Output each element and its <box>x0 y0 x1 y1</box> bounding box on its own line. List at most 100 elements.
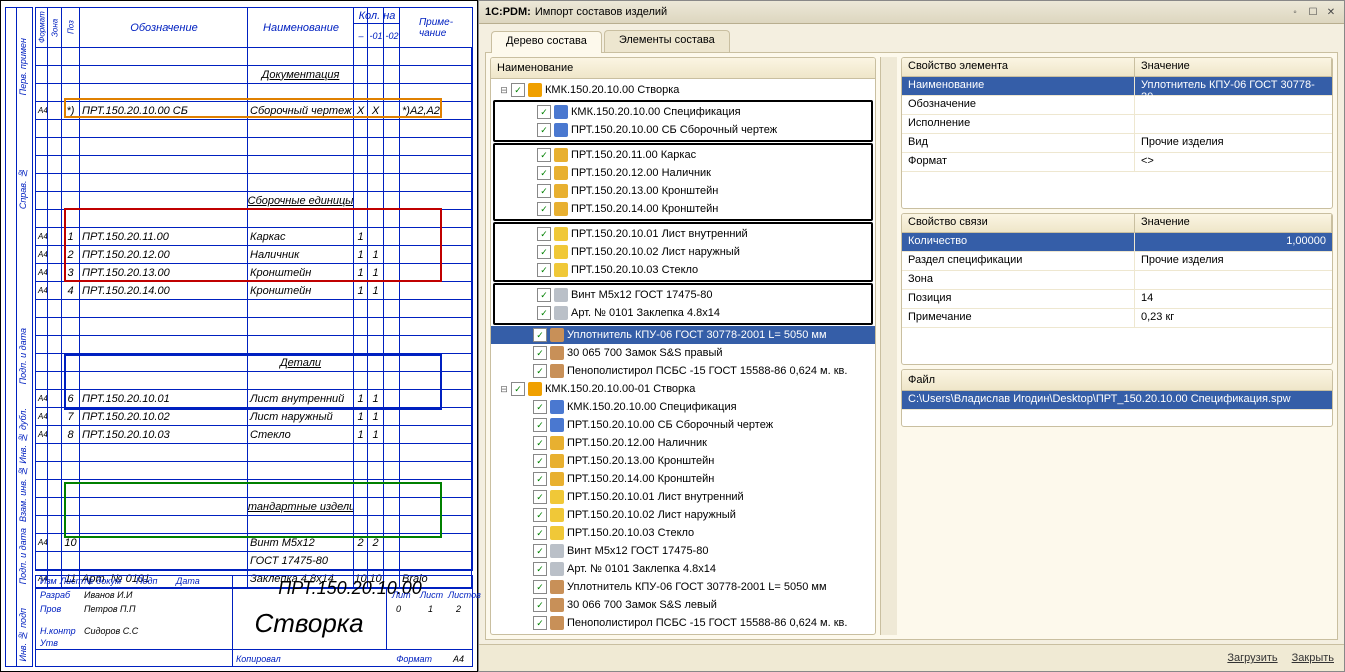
grid-row[interactable]: Обозначение <box>902 96 1332 115</box>
checkbox[interactable]: ✓ <box>511 382 525 396</box>
checkbox[interactable]: ✓ <box>537 263 551 277</box>
grid-row[interactable]: Исполнение <box>902 115 1332 134</box>
tree-node[interactable]: ✓ Винт М5х12 ГОСТ 17475-80 <box>495 286 871 304</box>
checkbox[interactable]: ✓ <box>537 123 551 137</box>
side-label: Взам. инв. № Инв. № дубл. <box>18 408 28 522</box>
tree-body[interactable]: ⊟✓КМК.150.20.10.00 Створка✓КМК.150.20.10… <box>491 79 875 634</box>
twisty-icon[interactable]: ⊟ <box>497 85 511 96</box>
grid-row[interactable]: ВидПрочие изделия <box>902 134 1332 153</box>
help-icon[interactable]: ◦ <box>1288 5 1302 19</box>
tree-node[interactable]: ✓ПРТ.150.20.14.00 Кронштейн <box>495 200 871 218</box>
tree-node[interactable]: ✓30 065 700 Замок S&S правый <box>491 344 875 362</box>
tree-node[interactable]: ✓Уплотнитель КПУ-06 ГОСТ 30778-2001 L= 5… <box>491 578 875 596</box>
grid-row[interactable]: Примечание0,23 кг <box>902 309 1332 328</box>
tree-node-label: Винт М5х12 ГОСТ 17475-80 <box>571 289 712 301</box>
side-label: Инв. № подп <box>18 608 28 661</box>
checkbox[interactable]: ✓ <box>537 227 551 241</box>
tree-node[interactable]: ✓ПРТ.150.20.10.03 Стекло <box>495 261 871 279</box>
tree-node-label: Пенополистирол ПСБС -15 ГОСТ 15588-86 0,… <box>567 365 847 377</box>
checkbox[interactable]: ✓ <box>511 83 525 97</box>
checkbox[interactable]: ✓ <box>533 418 547 432</box>
checkbox[interactable]: ✓ <box>537 166 551 180</box>
tree-node[interactable]: ⊟✓КМК.150.20.10.00-01 Створка <box>491 380 875 398</box>
checkbox[interactable]: ✓ <box>533 400 547 414</box>
tab-elements[interactable]: Элементы состава <box>604 30 730 52</box>
tree-node-label: ПРТ.150.20.10.00 СБ Сборочный чертеж <box>567 419 773 431</box>
tree-node[interactable]: ✓ПРТ.150.20.10.01 Лист внутренний <box>491 488 875 506</box>
file-path: C:\Users\Владислав Игодин\Desktop\ПРТ_15… <box>902 391 1332 409</box>
checkbox[interactable]: ✓ <box>533 526 547 540</box>
file-path-row[interactable]: C:\Users\Владислав Игодин\Desktop\ПРТ_15… <box>902 391 1332 410</box>
grid-row[interactable]: Позиция14 <box>902 290 1332 309</box>
prop-value <box>1135 271 1332 289</box>
tree-node[interactable]: ✓ПРТ.150.20.13.00 Кронштейн <box>495 182 871 200</box>
tree-node[interactable]: ✓ПРТ.150.20.10.03 Стекло <box>491 524 875 542</box>
checkbox[interactable]: ✓ <box>533 364 547 378</box>
checkbox[interactable]: ✓ <box>533 328 547 342</box>
box-icon <box>550 346 564 360</box>
grid-row[interactable]: Формат<> <box>902 153 1332 172</box>
tree-node[interactable]: ✓ПРТ.150.20.13.00 Кронштейн <box>491 452 875 470</box>
checkbox[interactable]: ✓ <box>537 245 551 259</box>
tree-node[interactable]: ✓ПРТ.150.20.11.00 Каркас <box>495 146 871 164</box>
tree-node[interactable]: ✓ПРТ.150.20.10.02 Лист наружный <box>491 506 875 524</box>
tree-node[interactable]: ✓Винт М5х12 ГОСТ 17475-80 <box>491 542 875 560</box>
checkbox[interactable]: ✓ <box>533 472 547 486</box>
tree-node[interactable]: ✓ ПРТ.150.20.10.00 СБ Сборочный чертеж <box>491 416 875 434</box>
spec-row <box>36 318 472 336</box>
tree-node[interactable]: ✓Арт. № 0101 Заклепка 4.8х14 <box>495 304 871 322</box>
twisty-icon[interactable]: ⊟ <box>497 384 511 395</box>
checkbox[interactable]: ✓ <box>537 105 551 119</box>
load-button[interactable]: Загрузить <box>1227 652 1277 664</box>
tree-node-label: ПРТ.150.20.10.01 Лист внутренний <box>571 228 748 240</box>
checkbox[interactable]: ✓ <box>537 202 551 216</box>
tree-node[interactable]: ✓КМК.150.20.10.00 Спецификация <box>495 103 871 121</box>
asm-icon <box>554 166 568 180</box>
tree-scrollbar[interactable] <box>880 57 897 635</box>
grid-row[interactable]: Количество1,00000 <box>902 233 1332 252</box>
checkbox[interactable]: ✓ <box>533 544 547 558</box>
checkbox[interactable]: ✓ <box>533 454 547 468</box>
file-panel: Файл C:\Users\Владислав Игодин\Desktop\П… <box>901 369 1333 427</box>
maximize-icon[interactable]: ☐ <box>1306 5 1320 19</box>
tree-node[interactable]: ✓ПРТ.150.20.10.02 Лист наружный <box>495 243 871 261</box>
doc-icon <box>554 123 568 137</box>
tree-node[interactable]: ✓ПРТ.150.20.14.00 Кронштейн <box>491 470 875 488</box>
close-button[interactable]: Закрыть <box>1292 652 1334 664</box>
link-props-panel: Свойство связиЗначениеКоличество1,00000Р… <box>901 213 1333 365</box>
asm-icon <box>550 472 564 486</box>
checkbox[interactable]: ✓ <box>537 148 551 162</box>
checkbox[interactable]: ✓ <box>533 580 547 594</box>
checkbox[interactable]: ✓ <box>537 288 551 302</box>
grid-row[interactable]: НаименованиеУплотнитель КПУ-06 ГОСТ 3077… <box>902 77 1332 96</box>
checkbox[interactable]: ✓ <box>537 184 551 198</box>
checkbox[interactable]: ✓ <box>537 306 551 320</box>
close-icon[interactable]: ✕ <box>1324 5 1338 19</box>
checkbox[interactable]: ✓ <box>533 346 547 360</box>
tree-node[interactable]: ✓Уплотнитель КПУ-06 ГОСТ 30778-2001 L= 5… <box>491 326 875 344</box>
tree-node[interactable]: ✓Пенополистирол ПСБС -15 ГОСТ 15588-86 0… <box>491 614 875 632</box>
checkbox[interactable]: ✓ <box>533 562 547 576</box>
tree-node[interactable]: ✓Арт. № 0101 Заклепка 4.8х14 <box>491 560 875 578</box>
tree-node-label: КМК.150.20.10.00 Спецификация <box>567 401 737 413</box>
tree-node[interactable]: ✓ ПРТ.150.20.10.01 Лист внутренний <box>495 225 871 243</box>
tree-node[interactable]: ✓ПРТ.150.20.12.00 Наличник <box>491 434 875 452</box>
tree-node[interactable]: ✓ Пенополистирол ПСБС -15 ГОСТ 15588-86 0… <box>491 362 875 380</box>
checkbox[interactable]: ✓ <box>533 508 547 522</box>
checkbox[interactable]: ✓ <box>533 436 547 450</box>
tab-tree[interactable]: Дерево состава <box>491 31 602 53</box>
std-icon <box>550 562 564 576</box>
tree-node[interactable]: ✓ПРТ.150.20.10.00 СБ Сборочный чертеж <box>495 121 871 139</box>
prop-key: Примечание <box>902 309 1135 327</box>
checkbox[interactable]: ✓ <box>533 616 547 630</box>
tree-node[interactable]: ✓ПРТ.150.20.12.00 Наличник <box>495 164 871 182</box>
tree-node[interactable]: ✓30 066 700 Замок S&S левый <box>491 596 875 614</box>
prop-key: Обозначение <box>902 96 1135 114</box>
spec-row <box>36 336 472 354</box>
checkbox[interactable]: ✓ <box>533 598 547 612</box>
tree-node[interactable]: ✓ КМК.150.20.10.00 Спецификация <box>491 398 875 416</box>
tree-node[interactable]: ⊟✓КМК.150.20.10.00 Створка <box>491 81 875 99</box>
grid-row[interactable]: Зона <box>902 271 1332 290</box>
grid-row[interactable]: Раздел спецификацииПрочие изделия <box>902 252 1332 271</box>
checkbox[interactable]: ✓ <box>533 490 547 504</box>
